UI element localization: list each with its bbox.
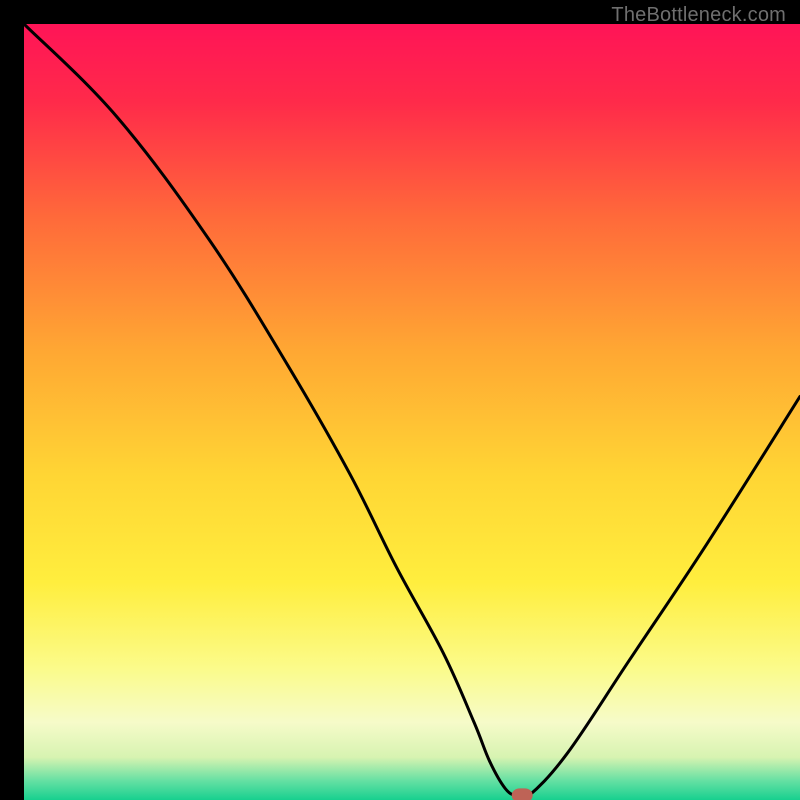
chart-frame [12,12,788,788]
gradient-background [24,24,800,800]
optimal-marker [512,788,533,800]
bottleneck-chart [24,24,800,800]
watermark-text: TheBottleneck.com [611,4,786,27]
